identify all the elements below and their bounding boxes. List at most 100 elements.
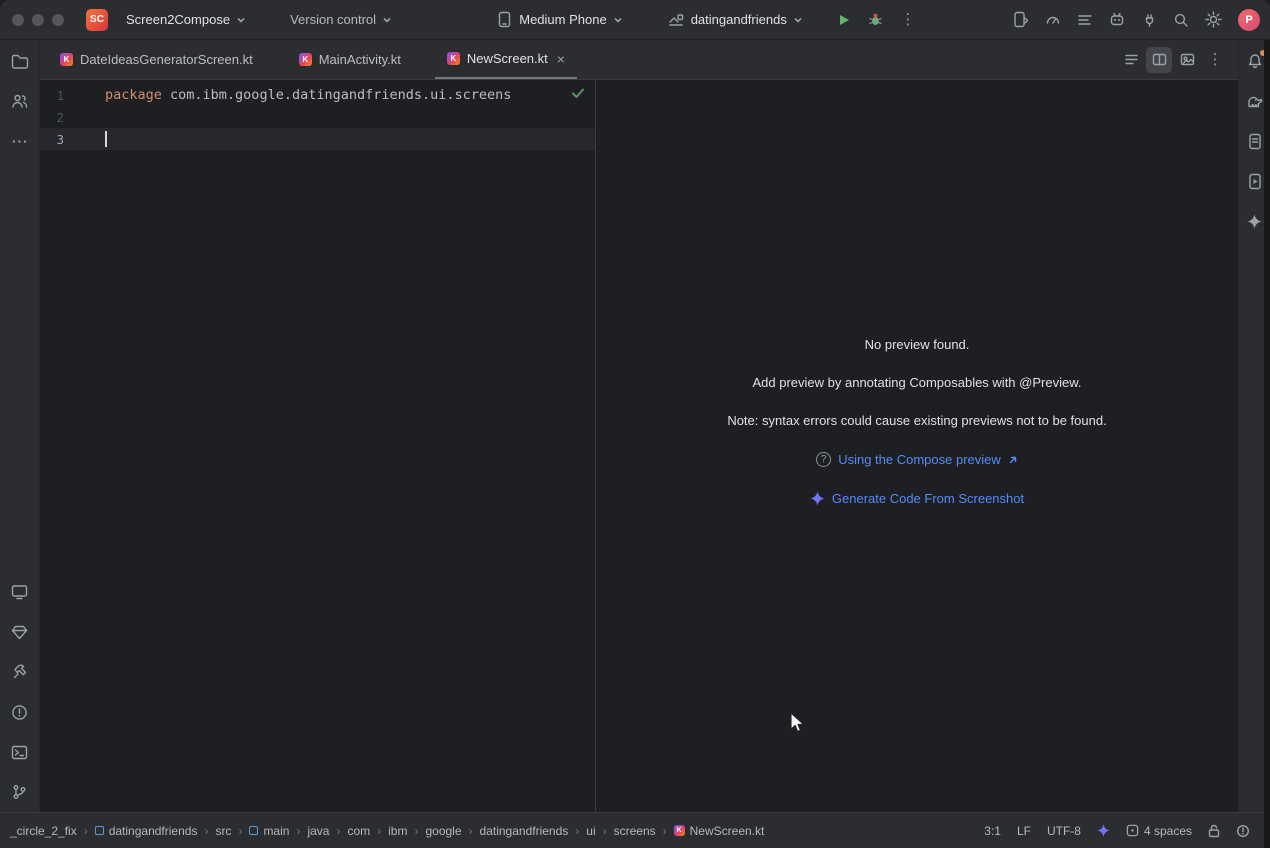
- kotlin-file-icon: K: [60, 53, 73, 66]
- chevron-down-icon: [382, 15, 392, 25]
- design-view-icon: [1180, 53, 1195, 66]
- encoding-widget[interactable]: UTF-8: [1047, 824, 1081, 838]
- more-horizontal-icon: ⋯: [11, 133, 28, 150]
- inspections-ok-widget[interactable]: [571, 87, 585, 103]
- read-only-toggle[interactable]: [1208, 824, 1220, 838]
- minimize-window-button[interactable]: [32, 14, 44, 26]
- breadcrumb-separator: ›: [663, 824, 667, 838]
- ai-code-completion-icon: [1126, 824, 1139, 837]
- title-bar: SC Screen2Compose Version control Medium…: [0, 0, 1270, 40]
- running-devices-button[interactable]: [6, 578, 34, 606]
- preview-note: Note: syntax errors could cause existing…: [727, 414, 1106, 428]
- tab-label: MainActivity.kt: [319, 52, 401, 67]
- kotlin-file-icon: K: [299, 53, 312, 66]
- device-manager-button[interactable]: [6, 618, 34, 646]
- emulator-icon: [1248, 173, 1262, 190]
- gear-icon: [1205, 11, 1222, 28]
- bell-icon: [1247, 53, 1263, 69]
- code-text: com.ibm.google.datingandfriends.ui.scree…: [162, 87, 512, 103]
- terminal-tool-button[interactable]: [6, 738, 34, 766]
- source-root-icon: [249, 826, 258, 835]
- kotlin-file-icon: K: [447, 52, 460, 65]
- compose-preview-doc-link[interactable]: ? Using the Compose preview: [816, 452, 1018, 467]
- resource-manager-button[interactable]: [6, 87, 34, 115]
- studio-bot-button[interactable]: [1104, 7, 1130, 33]
- close-window-button[interactable]: [12, 14, 24, 26]
- profiler-icon: [1045, 12, 1061, 28]
- text-caret: [105, 131, 107, 147]
- code-keyword: package: [105, 87, 162, 103]
- debug-button[interactable]: [863, 7, 889, 33]
- more-tool-windows-button[interactable]: ⋯: [6, 127, 34, 155]
- profile-avatar[interactable]: P: [1238, 9, 1260, 31]
- running-devices-icon: [11, 584, 28, 600]
- external-link-icon: [1008, 455, 1018, 465]
- device-mirroring-button[interactable]: [1008, 7, 1034, 33]
- generate-code-from-screenshot-link[interactable]: Generate Code From Screenshot: [810, 491, 1024, 506]
- breadcrumb-item[interactable]: ibm: [388, 824, 407, 838]
- breadcrumb-item[interactable]: src: [215, 824, 231, 838]
- play-icon: [837, 13, 851, 27]
- settings-button[interactable]: [1200, 7, 1226, 33]
- gemini-status-button[interactable]: [1097, 824, 1110, 837]
- code-editor[interactable]: 1 package com.ibm.google.datingandfriend…: [40, 80, 595, 812]
- tab-dateideasgeneratorscreen[interactable]: K DateIdeasGeneratorScreen.kt: [48, 40, 265, 79]
- breadcrumb-item[interactable]: java: [307, 824, 329, 838]
- breadcrumb-separator: ›: [84, 824, 88, 838]
- code-view-icon: [1124, 53, 1139, 66]
- version-control-tool-button[interactable]: [6, 778, 34, 806]
- breadcrumb-item[interactable]: datingandfriends: [95, 824, 198, 838]
- profiler-button[interactable]: [1040, 7, 1066, 33]
- code-view-button[interactable]: [1118, 47, 1144, 73]
- breadcrumb-item[interactable]: _circle_2_fix: [10, 824, 77, 838]
- tab-newscreen[interactable]: K NewScreen.kt ×: [435, 40, 577, 79]
- more-run-actions-button[interactable]: ⋮: [895, 7, 921, 33]
- inspections-widget[interactable]: [1236, 824, 1250, 838]
- app-logo: SC: [86, 9, 108, 31]
- line-number: 2: [40, 110, 102, 125]
- generate-link-label: Generate Code From Screenshot: [832, 491, 1024, 506]
- tab-mainactivity[interactable]: K MainActivity.kt: [287, 40, 413, 79]
- project-name: Screen2Compose: [126, 12, 230, 27]
- problems-tool-button[interactable]: [6, 698, 34, 726]
- line-separator-widget[interactable]: LF: [1017, 824, 1031, 838]
- breadcrumb-separator: ›: [575, 824, 579, 838]
- breadcrumb-separator: ›: [204, 824, 208, 838]
- version-control-menu[interactable]: Version control: [282, 8, 400, 31]
- breadcrumb: _circle_2_fix › datingandfriends › src ›…: [10, 824, 764, 838]
- breadcrumb-item[interactable]: google: [425, 824, 461, 838]
- close-tab-icon[interactable]: ×: [557, 52, 565, 66]
- device-mirroring-icon: [1013, 11, 1029, 28]
- breadcrumb-item-file[interactable]: KNewScreen.kt: [674, 824, 765, 838]
- project-tool-button[interactable]: [6, 47, 34, 75]
- editor-more-options-button[interactable]: ⋮: [1202, 47, 1228, 73]
- breadcrumb-item[interactable]: datingandfriends: [480, 824, 569, 838]
- kebab-icon: ⋮: [900, 12, 915, 27]
- run-configuration-selector[interactable]: datingandfriends: [659, 7, 811, 33]
- zoom-window-button[interactable]: [52, 14, 64, 26]
- breadcrumb-item[interactable]: ui: [586, 824, 595, 838]
- build-tool-button[interactable]: [6, 658, 34, 686]
- plugins-button[interactable]: [1136, 7, 1162, 33]
- breadcrumb-item[interactable]: main: [249, 824, 289, 838]
- project-selector[interactable]: Screen2Compose: [118, 8, 254, 31]
- indent-widget[interactable]: 4 spaces: [1126, 824, 1192, 838]
- chevron-down-icon: [236, 15, 246, 25]
- run-button[interactable]: [831, 7, 857, 33]
- logcat-button[interactable]: [1072, 7, 1098, 33]
- split-view-icon: [1152, 53, 1167, 66]
- breadcrumb-item[interactable]: screens: [614, 824, 656, 838]
- cursor-position-widget[interactable]: 3:1: [984, 824, 1001, 838]
- breadcrumb-item[interactable]: com: [347, 824, 370, 838]
- editor-tab-bar: K DateIdeasGeneratorScreen.kt K MainActi…: [40, 40, 1238, 80]
- studio-bot-icon: [1109, 12, 1125, 27]
- doc-link-label: Using the Compose preview: [838, 452, 1001, 467]
- design-view-button[interactable]: [1174, 47, 1200, 73]
- search-everywhere-button[interactable]: [1168, 7, 1194, 33]
- device-selector[interactable]: Medium Phone: [487, 7, 630, 33]
- split-view-button[interactable]: [1146, 47, 1172, 73]
- breadcrumb-separator: ›: [469, 824, 473, 838]
- gradle-elephant-icon: [1246, 94, 1263, 108]
- folder-icon: [11, 54, 29, 69]
- preview-hint: Add preview by annotating Composables wi…: [753, 376, 1082, 390]
